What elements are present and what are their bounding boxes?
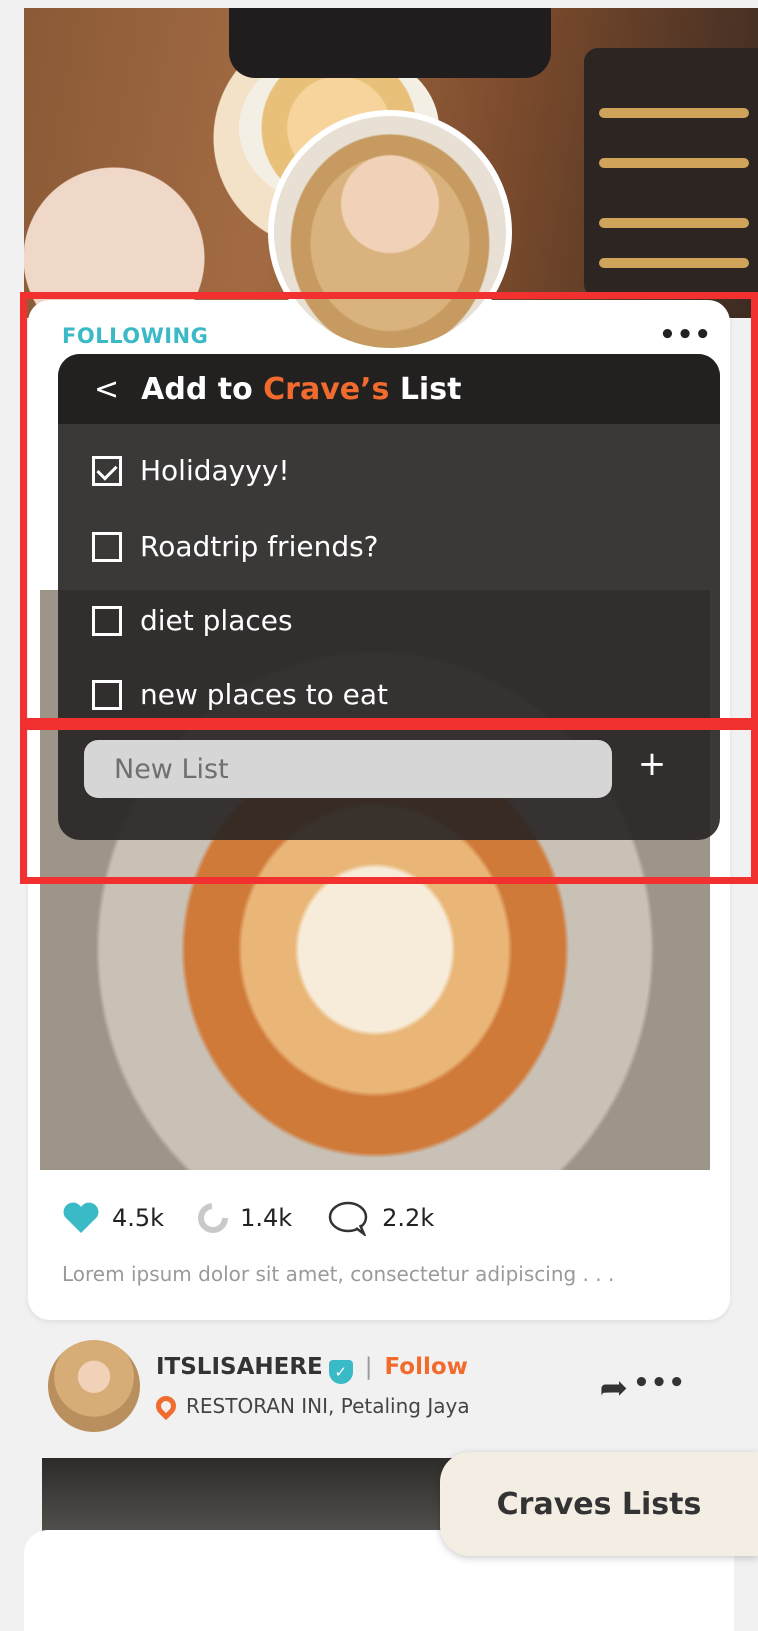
- recrave-icon[interactable]: [198, 1203, 229, 1233]
- verified-badge-icon: ✓: [328, 1360, 353, 1384]
- list-item-new-places[interactable]: new places to eat: [92, 678, 388, 711]
- skewer-image: [599, 218, 749, 228]
- post-author: ITSLISAHERE ✓ | Follow: [156, 1354, 468, 1384]
- back-chevron-icon[interactable]: <: [94, 372, 119, 407]
- list-item-holidayyy[interactable]: Holidayyy!: [92, 454, 290, 487]
- post-header: ITSLISAHERE ✓ | Follow RESTORAN INI, Petali…: [48, 1340, 738, 1440]
- title-prefix: Add to: [141, 371, 264, 407]
- title-suffix: List: [389, 371, 462, 407]
- recraves-count: 1.4k: [240, 1204, 293, 1232]
- comment-icon[interactable]: [326, 1200, 370, 1236]
- add-to-list-modal: < Add to Crave’s List Holidayyy! Roadtri…: [58, 354, 720, 840]
- comments-count: 2.2k: [382, 1204, 435, 1232]
- post-caption[interactable]: Lorem ipsum dolor sit amet, consectetur …: [62, 1262, 614, 1286]
- modal-title: Add to Crave’s List: [141, 372, 461, 407]
- list-item-label: diet places: [140, 604, 293, 637]
- recraves-stat[interactable]: 1.4k: [198, 1203, 292, 1233]
- list-item-label: Holidayyy!: [140, 454, 290, 487]
- post-location[interactable]: RESTORAN INI, Petaling Jaya: [151, 1391, 470, 1421]
- location-pin-icon: [151, 1391, 181, 1421]
- post-stats: 4.5k 1.4k 2.2k: [62, 1200, 434, 1236]
- list-item-label: Roadtrip friends?: [140, 530, 379, 563]
- likes-stat[interactable]: 4.5k: [62, 1202, 164, 1234]
- user-avatar[interactable]: [48, 1340, 140, 1432]
- title-name: Crave’s: [263, 371, 390, 407]
- modal-header: < Add to Crave’s List: [58, 354, 720, 424]
- username[interactable]: ITSLISAHERE: [156, 1354, 323, 1380]
- skewer-image: [599, 258, 749, 268]
- checkbox-checked[interactable]: [92, 455, 122, 486]
- skewer-image: [599, 158, 749, 168]
- checkbox[interactable]: [92, 679, 122, 710]
- comments-stat[interactable]: 2.2k: [326, 1200, 434, 1236]
- list-item-diet[interactable]: diet places: [92, 604, 293, 637]
- heart-icon[interactable]: [62, 1202, 100, 1234]
- skewer-image: [599, 108, 749, 118]
- likes-count: 4.5k: [112, 1204, 165, 1232]
- more-options-icon[interactable]: •••: [633, 1368, 686, 1398]
- follow-button[interactable]: Follow: [385, 1354, 468, 1380]
- checkbox[interactable]: [92, 531, 122, 562]
- more-options-icon[interactable]: •••: [659, 320, 712, 350]
- list-item-label: new places to eat: [140, 678, 388, 711]
- profile-avatar[interactable]: [268, 110, 512, 354]
- craves-lists-button[interactable]: Craves Lists: [440, 1452, 758, 1556]
- new-list-input[interactable]: [84, 740, 612, 798]
- separator: |: [364, 1354, 373, 1380]
- add-list-plus-icon[interactable]: +: [632, 744, 672, 784]
- share-icon[interactable]: ➦: [600, 1368, 629, 1408]
- location-label: RESTORAN INI, Petaling Jaya: [186, 1394, 470, 1418]
- phone-notch: [229, 8, 551, 78]
- following-tab[interactable]: FOLLOWING: [62, 324, 208, 348]
- checkbox[interactable]: [92, 605, 122, 636]
- list-item-roadtrip[interactable]: Roadtrip friends?: [92, 530, 379, 563]
